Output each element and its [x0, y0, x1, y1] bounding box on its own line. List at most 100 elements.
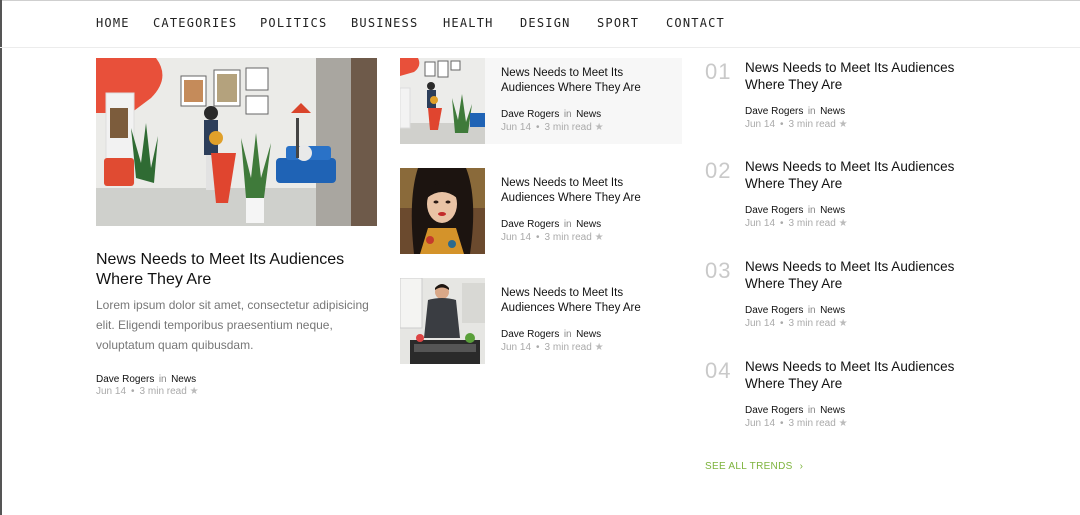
category-link[interactable]: News: [820, 305, 845, 316]
star-icon[interactable]: ★: [839, 218, 848, 229]
article-date: Jun 14: [96, 386, 127, 397]
byline-in-label: in: [563, 329, 572, 340]
nav-item-home[interactable]: HOME: [96, 16, 130, 30]
nav-item-categories[interactable]: CATEGORIES: [153, 16, 237, 30]
article-thumbnail[interactable]: [400, 58, 485, 144]
featured-article-image[interactable]: [96, 58, 377, 226]
meta-separator-dot: •: [780, 218, 784, 229]
byline-in-label: in: [563, 109, 572, 120]
featured-article-meta: Jun 14 • 3 min read ★: [96, 386, 199, 397]
category-link[interactable]: News: [820, 205, 845, 216]
trend-item[interactable]: 04 News Needs to Meet Its Audiences Wher…: [705, 358, 1005, 438]
category-link[interactable]: News: [171, 374, 196, 385]
star-icon[interactable]: ★: [839, 418, 848, 429]
byline-in-label: in: [807, 305, 816, 316]
trend-number: 01: [705, 59, 732, 84]
author-link[interactable]: Dave Rogers: [745, 405, 803, 416]
trend-item[interactable]: 01 News Needs to Meet Its Audiences Wher…: [705, 59, 1005, 139]
category-link[interactable]: News: [820, 405, 845, 416]
main-navigation: HOME CATEGORIES POLITICS BUSINESS HEALTH…: [0, 0, 1080, 48]
featured-article-excerpt: Lorem ipsum dolor sit amet, consectetur …: [96, 298, 369, 352]
article-title[interactable]: News Needs to Meet Its Audiences Where T…: [501, 176, 671, 206]
meta-separator-dot: •: [780, 119, 784, 130]
meta-separator-dot: •: [131, 386, 135, 397]
trend-byline: Dave Rogers in News: [745, 400, 845, 418]
byline-in-label: in: [807, 106, 816, 117]
trend-number: 02: [705, 158, 732, 183]
nav-item-politics[interactable]: POLITICS: [260, 16, 327, 30]
article-byline: Dave Rogers in News: [501, 104, 601, 122]
category-link[interactable]: News: [576, 109, 601, 120]
trend-meta: Jun 14 • 3 min read ★: [745, 318, 848, 329]
nav-item-design[interactable]: DESIGN: [520, 16, 571, 30]
author-link[interactable]: Dave Rogers: [745, 205, 803, 216]
trend-byline: Dave Rogers in News: [745, 300, 845, 318]
read-time: 3 min read: [139, 386, 187, 397]
trend-item[interactable]: 02 News Needs to Meet Its Audiences Wher…: [705, 158, 1005, 238]
article-meta: Jun 14 • 3 min read ★: [501, 232, 604, 243]
read-time: 3 min read: [544, 122, 592, 133]
byline-in-label: in: [807, 405, 816, 416]
star-icon[interactable]: ★: [595, 232, 604, 243]
author-link[interactable]: Dave Rogers: [501, 219, 559, 230]
featured-article-title[interactable]: News Needs to Meet Its Audiences Where T…: [96, 250, 376, 290]
trend-item[interactable]: 03 News Needs to Meet Its Audiences Wher…: [705, 258, 1005, 338]
trend-title[interactable]: News Needs to Meet Its Audiences Where T…: [745, 358, 975, 392]
meta-separator-dot: •: [536, 342, 540, 353]
author-link[interactable]: Dave Rogers: [745, 106, 803, 117]
article-date: Jun 14: [745, 418, 776, 429]
author-link[interactable]: Dave Rogers: [745, 305, 803, 316]
article-date: Jun 14: [745, 318, 776, 329]
read-time: 3 min read: [544, 232, 592, 243]
byline-in-label: in: [807, 205, 816, 216]
article-title[interactable]: News Needs to Meet Its Audiences Where T…: [501, 286, 671, 316]
star-icon[interactable]: ★: [839, 119, 848, 130]
nav-item-health[interactable]: HEALTH: [443, 16, 494, 30]
trend-meta: Jun 14 • 3 min read ★: [745, 119, 848, 130]
meta-separator-dot: •: [780, 318, 784, 329]
list-item[interactable]: News Needs to Meet Its Audiences Where T…: [400, 58, 682, 144]
article-date: Jun 14: [501, 122, 532, 133]
article-title[interactable]: News Needs to Meet Its Audiences Where T…: [501, 66, 671, 96]
trend-byline: Dave Rogers in News: [745, 200, 845, 218]
nav-item-business[interactable]: BUSINESS: [351, 16, 418, 30]
meta-separator-dot: •: [536, 122, 540, 133]
nav-item-sport[interactable]: SPORT: [597, 16, 639, 30]
author-link[interactable]: Dave Rogers: [501, 109, 559, 120]
author-link[interactable]: Dave Rogers: [96, 374, 154, 385]
article-byline: Dave Rogers in News: [501, 324, 601, 342]
meta-separator-dot: •: [536, 232, 540, 243]
see-all-trends-link[interactable]: SEE ALL TRENDS ›: [705, 461, 803, 472]
article-thumbnail[interactable]: [400, 278, 485, 364]
read-time: 3 min read: [788, 418, 836, 429]
category-link[interactable]: News: [576, 329, 601, 340]
article-date: Jun 14: [501, 232, 532, 243]
window-left-border: [0, 0, 2, 515]
article-meta: Jun 14 • 3 min read ★: [501, 122, 604, 133]
trend-title[interactable]: News Needs to Meet Its Audiences Where T…: [745, 158, 975, 192]
nav-item-contact[interactable]: CONTACT: [666, 16, 725, 30]
star-icon[interactable]: ★: [839, 318, 848, 329]
trend-meta: Jun 14 • 3 min read ★: [745, 418, 848, 429]
featured-article-byline: Dave Rogers in News: [96, 369, 196, 387]
list-item[interactable]: News Needs to Meet Its Audiences Where T…: [400, 278, 682, 364]
star-icon[interactable]: ★: [190, 386, 199, 397]
read-time: 3 min read: [544, 342, 592, 353]
category-link[interactable]: News: [820, 106, 845, 117]
trend-title[interactable]: News Needs to Meet Its Audiences Where T…: [745, 258, 975, 292]
read-time: 3 min read: [788, 318, 836, 329]
list-item[interactable]: News Needs to Meet Its Audiences Where T…: [400, 168, 682, 254]
article-thumbnail[interactable]: [400, 168, 485, 254]
category-link[interactable]: News: [576, 219, 601, 230]
article-date: Jun 14: [501, 342, 532, 353]
article-date: Jun 14: [745, 119, 776, 130]
author-link[interactable]: Dave Rogers: [501, 329, 559, 340]
byline-in-label: in: [158, 374, 167, 385]
read-time: 3 min read: [788, 218, 836, 229]
star-icon[interactable]: ★: [595, 342, 604, 353]
see-all-label: SEE ALL TRENDS: [705, 461, 793, 472]
article-byline: Dave Rogers in News: [501, 214, 601, 232]
trend-title[interactable]: News Needs to Meet Its Audiences Where T…: [745, 59, 975, 93]
star-icon[interactable]: ★: [595, 122, 604, 133]
article-date: Jun 14: [745, 218, 776, 229]
